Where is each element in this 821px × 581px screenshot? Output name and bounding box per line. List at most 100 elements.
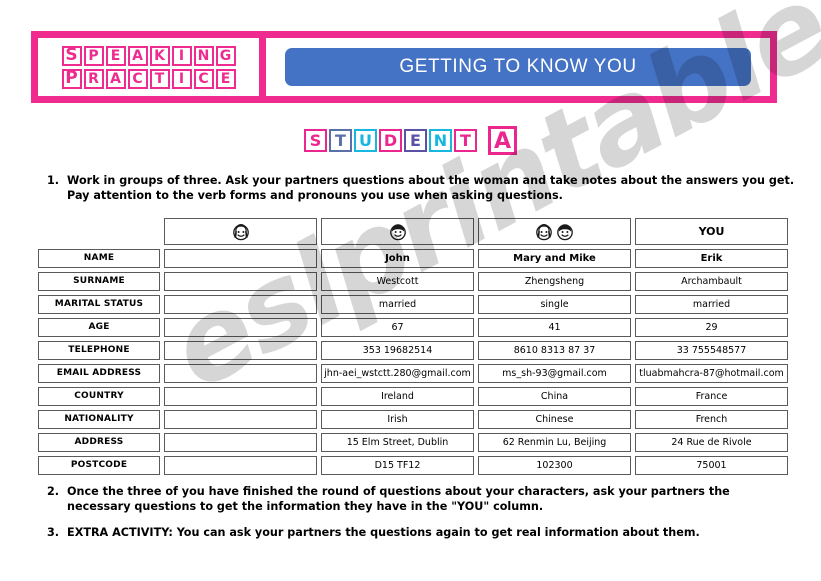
table-cell: John (321, 249, 474, 268)
value-john-name: John (321, 249, 474, 268)
table-header-woman-face-icon (164, 218, 317, 245)
value-john-nationality: Irish (321, 410, 474, 429)
student-letter-d-3: D (379, 129, 402, 152)
table-cell (164, 295, 317, 314)
logo-letter-p: P (83, 45, 104, 66)
instruction-2-number: 2. (47, 485, 60, 498)
table-cell (164, 410, 317, 429)
student-letter-e-4: E (404, 129, 427, 152)
banner-area: GETTING TO KNOW YOU (266, 38, 770, 96)
table-cell: 8610 8313 87 37 (478, 341, 631, 360)
worksheet-title-banner: GETTING TO KNOW YOU (285, 48, 751, 86)
table-cell: TELEPHONE (38, 341, 160, 360)
value-marymike-nationality: Chinese (478, 410, 631, 429)
table-cell (164, 456, 317, 475)
value-marymike-age: 41 (478, 318, 631, 337)
table-header-cell (478, 218, 631, 245)
row-label-email-address: EMAIL ADDRESS (38, 364, 160, 383)
value-you-telephone: 33 755548577 (635, 341, 788, 360)
header-band: SPEAKING PRACTICE GETTING TO KNOW YOU (31, 31, 777, 103)
value-john-country: Ireland (321, 387, 474, 406)
man-face-icon (388, 222, 408, 242)
table-cell: Ireland (321, 387, 474, 406)
logo-letter-i: I (171, 45, 192, 66)
table-cell: married (321, 295, 474, 314)
row-label-surname: SURNAME (38, 272, 160, 291)
table-cell: tluabmahcra-87@hotmail.com (635, 364, 788, 383)
value-marymike-email-address: ms_sh-93@gmail.com (478, 364, 631, 383)
answer-input-email-address[interactable] (164, 364, 317, 383)
table-cell: Chinese (478, 410, 631, 429)
answer-input-postcode[interactable] (164, 456, 317, 475)
table-cell: 41 (478, 318, 631, 337)
value-you-name: Erik (635, 249, 788, 268)
row-label-name: NAME (38, 249, 160, 268)
answer-input-country[interactable] (164, 387, 317, 406)
table-cell: France (635, 387, 788, 406)
personal-info-table: YOU NAME John Mary and Mike Erik SURNAME West… (34, 214, 792, 479)
row-label-address: ADDRESS (38, 433, 160, 452)
value-you-age: 29 (635, 318, 788, 337)
logo-letter-a: A (127, 45, 148, 66)
table-cell: Irish (321, 410, 474, 429)
value-marymike-country: China (478, 387, 631, 406)
table-cell (164, 387, 317, 406)
table-header-row: YOU (38, 218, 788, 245)
table-cell (164, 249, 317, 268)
answer-input-marital-status[interactable] (164, 295, 317, 314)
answer-input-surname[interactable] (164, 272, 317, 291)
student-word-letters: STUDENT (304, 129, 477, 152)
table-cell: AGE (38, 318, 160, 337)
logo-letter-k: K (149, 45, 170, 66)
table-cell: single (478, 295, 631, 314)
row-label-nationality: NATIONALITY (38, 410, 160, 429)
table-cell: 75001 (635, 456, 788, 475)
table-header-man-face-icon (321, 218, 474, 245)
logo-letter-c: C (193, 68, 214, 89)
value-marymike-telephone: 8610 8313 87 37 (478, 341, 631, 360)
table-header-corner (38, 218, 160, 245)
table-row: MARITAL STATUS married single married (38, 295, 788, 314)
logo-line-speaking: SPEAKING (61, 45, 236, 66)
value-john-email-address: jhn-aei_wstctt.280@gmail.com (321, 364, 474, 383)
table-row: SURNAME Westcott Zhengsheng Archambault (38, 272, 788, 291)
value-marymike-marital-status: single (478, 295, 631, 314)
logo-letter-g: G (215, 45, 236, 66)
instruction-item-2: 2. Once the three of you have finished t… (47, 484, 795, 514)
logo-letter-i: I (171, 68, 192, 89)
answer-input-age[interactable] (164, 318, 317, 337)
row-label-postcode: POSTCODE (38, 456, 160, 475)
table-cell: Erik (635, 249, 788, 268)
table-row: AGE 67 41 29 (38, 318, 788, 337)
row-label-telephone: TELEPHONE (38, 341, 160, 360)
table-cell: MARITAL STATUS (38, 295, 160, 314)
table-header-cell: YOU (635, 218, 788, 245)
instruction-3-text: EXTRA ACTIVITY: You can ask your partner… (67, 526, 700, 539)
table-cell: Westcott (321, 272, 474, 291)
logo-letter-p: P (61, 68, 82, 89)
table-cell: D15 TF12 (321, 456, 474, 475)
table-body: NAME John Mary and Mike Erik SURNAME Westcott… (38, 249, 788, 475)
answer-input-name[interactable] (164, 249, 317, 268)
answer-input-address[interactable] (164, 433, 317, 452)
row-label-country: COUNTRY (38, 387, 160, 406)
speaking-practice-logo: SPEAKING PRACTICE (38, 38, 266, 96)
table-cell: French (635, 410, 788, 429)
answer-input-telephone[interactable] (164, 341, 317, 360)
table-cell: NATIONALITY (38, 410, 160, 429)
table-row: COUNTRY Ireland China France (38, 387, 788, 406)
table-cell: Archambault (635, 272, 788, 291)
student-title: STUDENT A (0, 126, 821, 155)
instruction-1-text: Work in groups of three. Ask your partne… (67, 174, 795, 202)
table-row: NATIONALITY Irish Chinese French (38, 410, 788, 429)
table-header-cell (164, 218, 317, 245)
value-you-country: France (635, 387, 788, 406)
student-letter-s-0: S (304, 129, 327, 152)
table-cell: 33 755548577 (635, 341, 788, 360)
student-letter-u-2: U (354, 129, 377, 152)
answer-input-nationality[interactable] (164, 410, 317, 429)
table-cell: married (635, 295, 788, 314)
table-cell: Zhengsheng (478, 272, 631, 291)
student-letter-n-5: N (429, 129, 452, 152)
logo-letter-n: N (193, 45, 214, 66)
